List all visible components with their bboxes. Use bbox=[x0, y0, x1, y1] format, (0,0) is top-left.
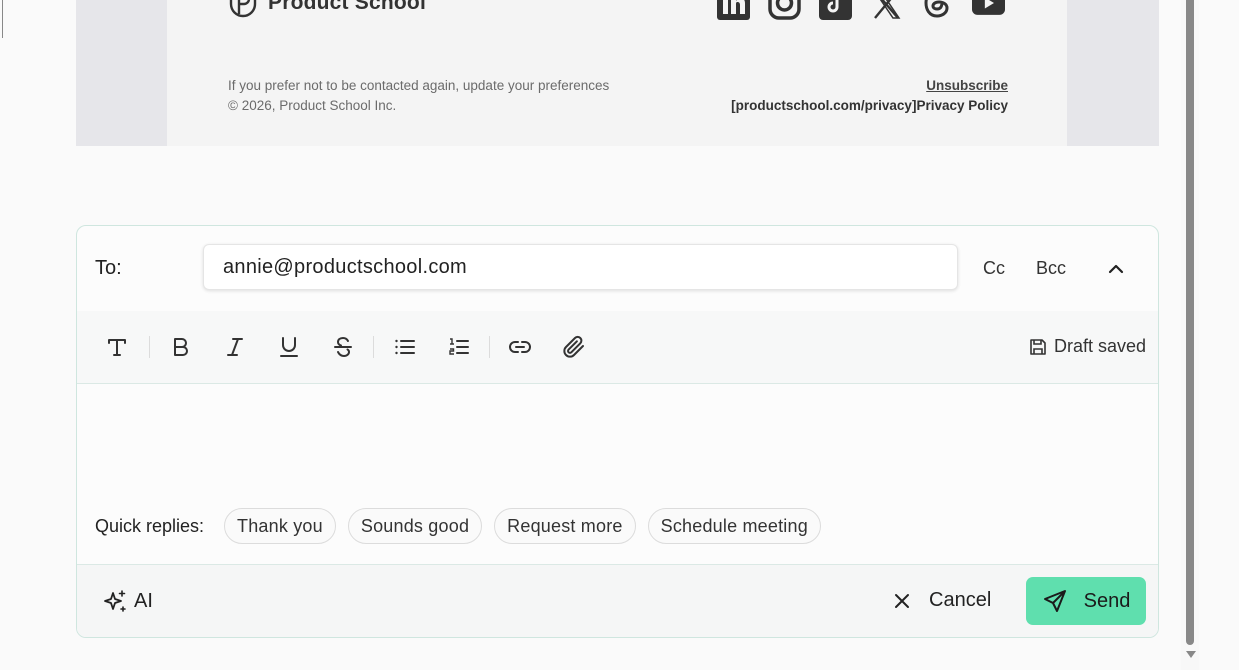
send-label: Send bbox=[1083, 589, 1131, 612]
ai-button[interactable]: AI bbox=[103, 589, 153, 614]
footer-links: Unsubscribe [productschool.com/privacy]P… bbox=[731, 76, 1008, 116]
draft-status: Draft saved bbox=[1029, 336, 1146, 357]
sparkles-icon bbox=[104, 590, 126, 612]
unsubscribe-link[interactable]: Unsubscribe bbox=[731, 76, 1008, 96]
youtube-icon[interactable] bbox=[972, 0, 1005, 20]
to-input[interactable] bbox=[203, 244, 958, 290]
social-links bbox=[717, 0, 1005, 20]
x-icon[interactable] bbox=[870, 0, 903, 20]
underline-icon[interactable] bbox=[276, 334, 302, 360]
quick-replies: Thank you Sounds good Request more Sched… bbox=[224, 508, 821, 544]
scroll-down-arrow-icon[interactable] bbox=[1186, 651, 1196, 658]
instagram-icon[interactable] bbox=[768, 0, 801, 20]
recipient-row: To: Cc Bcc bbox=[77, 226, 1158, 312]
reply-composer: To: Cc Bcc bbox=[76, 225, 1159, 638]
quick-reply-chip[interactable]: Thank you bbox=[224, 508, 336, 544]
toolbar-divider bbox=[373, 336, 374, 358]
quick-replies-label: Quick replies: bbox=[95, 516, 205, 536]
strikethrough-icon[interactable] bbox=[330, 334, 356, 360]
page-scrollbar[interactable] bbox=[1181, 0, 1199, 670]
copyright-text: © 2026, Product School Inc. bbox=[228, 98, 397, 113]
linkedin-icon[interactable] bbox=[717, 0, 750, 20]
product-school-logo-icon bbox=[229, 0, 257, 18]
cancel-label: Cancel bbox=[929, 589, 992, 611]
email-footer: Product School If you prefer not to be c… bbox=[167, 0, 1067, 146]
to-label: To: bbox=[95, 257, 122, 279]
quick-reply-chip[interactable]: Sounds good bbox=[347, 508, 483, 544]
link-icon[interactable] bbox=[507, 334, 533, 360]
toolbar-divider bbox=[149, 336, 150, 358]
draft-status-text: Draft saved bbox=[1053, 336, 1146, 356]
send-icon bbox=[1043, 590, 1066, 612]
cc-button[interactable]: Cc bbox=[983, 258, 1005, 279]
window-edge bbox=[0, 0, 3, 38]
chevron-up-icon[interactable] bbox=[1105, 258, 1127, 280]
quick-reply-chip[interactable]: Request more bbox=[494, 508, 636, 544]
privacy-policy-link[interactable]: [productschool.com/privacy]Privacy Polic… bbox=[731, 96, 1008, 116]
brand-name: Product School bbox=[268, 0, 426, 14]
ai-label: AI bbox=[134, 590, 153, 612]
preferences-text: If you prefer not to be contacted again,… bbox=[228, 78, 610, 93]
numbered-list-icon[interactable] bbox=[446, 334, 472, 360]
save-icon bbox=[1030, 338, 1046, 355]
bullet-list-icon[interactable] bbox=[392, 334, 418, 360]
attachment-icon[interactable] bbox=[561, 334, 587, 360]
quick-reply-chip[interactable]: Schedule meeting bbox=[647, 508, 821, 544]
toolbar-divider bbox=[489, 336, 490, 358]
brand: Product School bbox=[228, 0, 426, 20]
text-style-icon[interactable] bbox=[104, 334, 130, 360]
italic-icon[interactable] bbox=[222, 334, 248, 360]
footer-legal-text: If you prefer not to be contacted again,… bbox=[228, 76, 609, 116]
bcc-button[interactable]: Bcc bbox=[1036, 258, 1066, 279]
threads-icon[interactable] bbox=[921, 0, 954, 20]
send-button[interactable]: Send bbox=[1026, 577, 1146, 625]
composer-footer: AI Cancel Send bbox=[77, 564, 1158, 637]
cancel-button[interactable]: Cancel bbox=[891, 589, 991, 612]
scrollbar-thumb[interactable] bbox=[1186, 0, 1194, 645]
tiktok-icon[interactable] bbox=[819, 0, 852, 20]
bold-icon[interactable] bbox=[168, 334, 194, 360]
close-icon bbox=[895, 593, 909, 608]
formatting-toolbar: Draft saved bbox=[77, 311, 1158, 384]
email-preview-frame: Product School If you prefer not to be c… bbox=[76, 0, 1159, 146]
